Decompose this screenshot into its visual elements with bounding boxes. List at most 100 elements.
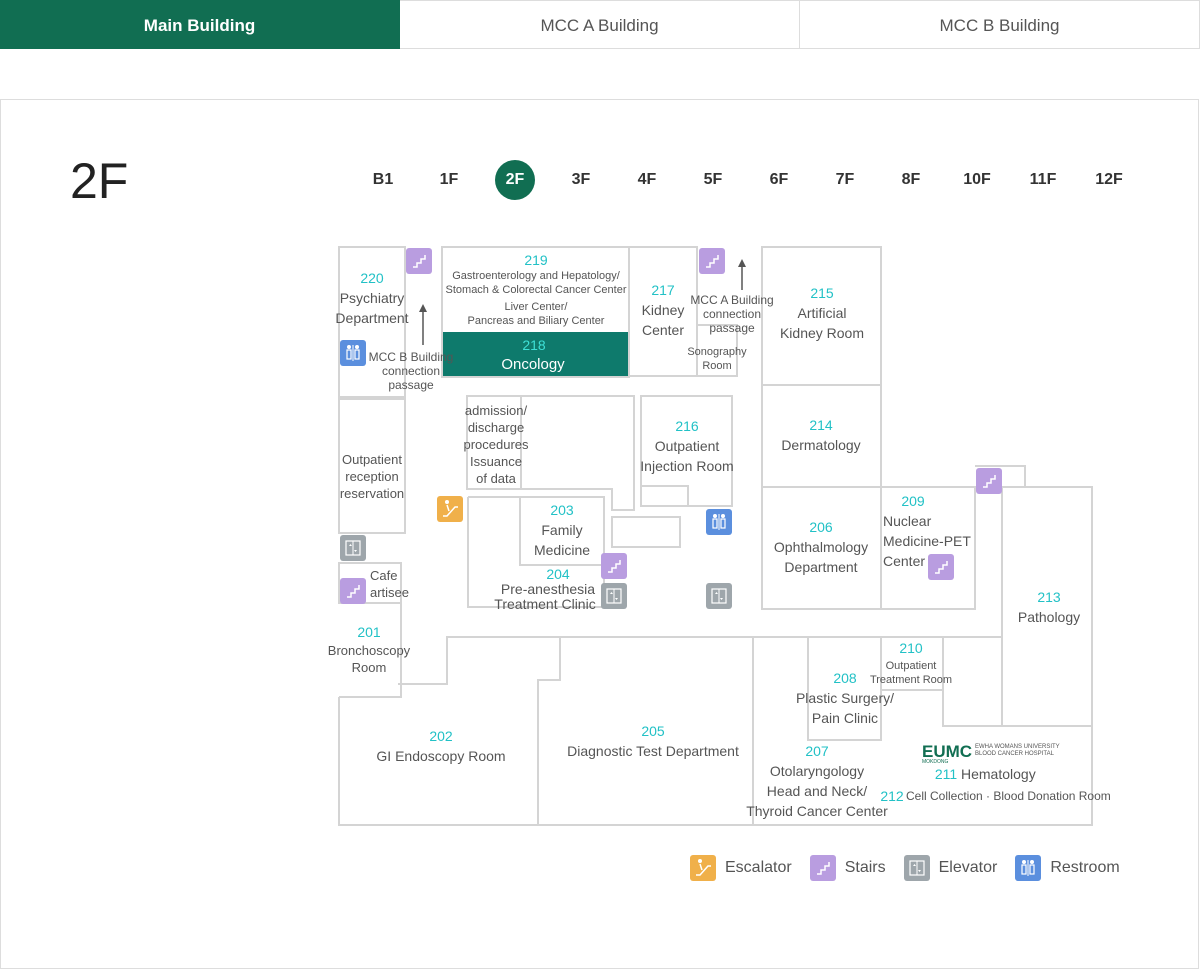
stairs-icon — [809, 855, 836, 881]
legend-label-escalator: Escalator — [725, 859, 792, 876]
room-206-number: 206 — [809, 519, 833, 535]
room-215-label: Artificial — [797, 305, 846, 321]
room-207-label: Otolaryngology — [770, 763, 864, 779]
room-215-number: 215 — [810, 285, 834, 301]
room-205-number: 205 — [641, 723, 665, 739]
legend: Escalator Stairs Elevator Restroom — [690, 855, 1138, 881]
mcc-b-passage-label: MCC B Building — [369, 350, 454, 364]
room-206-label-2: Department — [784, 559, 857, 575]
legend-item-stairs: Stairs — [809, 855, 886, 881]
floor-plan: 220 Psychiatry Department 219 Gastroente… — [328, 246, 1111, 826]
room-204-label-2: Treatment Clinic — [494, 596, 595, 612]
room-218-number: 218 — [522, 337, 546, 353]
room-201-number: 201 — [357, 624, 381, 640]
cafe-label: Cafe — [370, 568, 397, 583]
room-209-number: 209 — [901, 493, 925, 509]
eumc-logo-line2: BLOOD CANCER HOSPITAL — [975, 751, 1055, 757]
room-217-number: 217 — [651, 282, 675, 298]
mcc-a-passage-label: MCC A Building — [690, 293, 773, 307]
eumc-logo-sub: MOKDONG — [922, 759, 949, 765]
escalator-icon — [690, 855, 716, 881]
room-202-label: GI Endoscopy Room — [376, 748, 505, 764]
legend-label-stairs: Stairs — [844, 859, 886, 876]
room-210-label-2: Treatment Room — [870, 674, 952, 686]
room-214-number: 214 — [809, 417, 833, 433]
room-213-number: 213 — [1037, 589, 1061, 605]
restroom-icon — [340, 340, 366, 366]
outpatient-reception-label-2: reception — [345, 469, 398, 484]
elevator-icon — [903, 855, 930, 881]
stairs-icon — [406, 248, 432, 274]
sonography-label: Sonography — [687, 346, 747, 358]
admission-label-2: discharge — [468, 420, 524, 435]
room-214-label: Dermatology — [781, 437, 860, 453]
room-219-label: Gastroenterology and Hepatology/ — [452, 270, 620, 282]
room-219-number: 219 — [524, 252, 548, 268]
mcc-b-passage-label-3: passage — [388, 378, 434, 392]
cafe-label-2: artisee — [370, 585, 409, 600]
room-203-number: 203 — [550, 502, 574, 518]
eumc-logo-line1: EWHA WOMANS UNIVERSITY — [975, 744, 1060, 750]
elevator-icon — [601, 583, 627, 609]
room-216-label-2: Injection Room — [640, 458, 733, 474]
room-219-label-2: Stomach & Colorectal Cancer Center — [446, 284, 627, 296]
legend-item-escalator: Escalator — [690, 855, 792, 881]
outpatient-reception-label: Outpatient — [342, 452, 402, 467]
passage-arrow-b — [419, 304, 427, 345]
room-211-label: Hematology — [961, 766, 1036, 782]
room-204-label: Pre-anesthesia — [501, 581, 595, 597]
room-207-label-3: Thyroid Cancer Center — [746, 803, 888, 819]
restroom-icon — [1015, 855, 1042, 881]
room-209-label-3: Center — [883, 553, 925, 569]
elevator-icon — [340, 535, 366, 561]
room-206-label: Ophthalmology — [774, 539, 868, 555]
legend-label-elevator: Elevator — [938, 859, 998, 876]
elevator-icon — [706, 583, 732, 609]
room-217-label: Kidney — [642, 302, 685, 318]
room-216-number: 216 — [675, 418, 699, 434]
room-210-label: Outpatient — [886, 660, 937, 672]
room-219-label-3: Liver Center/ — [505, 301, 569, 313]
stairs-icon — [976, 468, 1002, 494]
room-208-number: 208 — [833, 670, 857, 686]
outpatient-reception-label-3: reservation — [340, 486, 404, 501]
legend-label-restroom: Restroom — [1050, 859, 1120, 876]
legend-item-restroom: Restroom — [1015, 855, 1120, 881]
room-203-label: Family — [541, 522, 582, 538]
admission-label-5: of data — [476, 471, 517, 486]
room-213-label: Pathology — [1018, 609, 1080, 625]
room-209-label-2: Medicine-PET — [883, 533, 971, 549]
room-219-label-4: Pancreas and Biliary Center — [468, 315, 605, 327]
room-209-label: Nuclear — [883, 513, 932, 529]
room-201-label-2: Room — [352, 660, 387, 675]
stairs-icon — [340, 578, 366, 604]
mcc-a-passage-label-2: connection — [703, 307, 761, 321]
room-210-number: 210 — [899, 640, 923, 656]
passage-arrow-a — [738, 259, 746, 290]
room-216-label: Outpatient — [655, 438, 720, 454]
mcc-b-passage-label-2: connection — [382, 364, 440, 378]
room-201-label: Bronchoscopy — [328, 643, 411, 658]
room-203-label-2: Medicine — [534, 542, 590, 558]
room-212-number: 212 — [880, 788, 904, 804]
sonography-label-2: Room — [702, 360, 731, 372]
admission-label-4: Issuance — [470, 454, 522, 469]
room-220-label-2: Department — [335, 310, 408, 326]
room-202-number: 202 — [429, 728, 453, 744]
room-208-label: Plastic Surgery/ — [796, 690, 894, 706]
room-212-label: Cell Collection · Blood Donation Room — [906, 789, 1111, 803]
room-204-number: 204 — [546, 566, 570, 582]
room-207-number: 207 — [805, 743, 829, 759]
room-205-label: Diagnostic Test Department — [567, 743, 739, 759]
room-218-label: Oncology — [501, 356, 565, 373]
admission-label-3: procedures — [463, 437, 529, 452]
room-211-number: 211 — [935, 766, 958, 782]
restroom-icon — [706, 509, 732, 535]
room-208-label-2: Pain Clinic — [812, 710, 878, 726]
room-217-label-2: Center — [642, 322, 684, 338]
stairs-icon — [699, 248, 725, 274]
stairs-icon — [928, 554, 954, 580]
room-207-label-2: Head and Neck/ — [767, 783, 868, 799]
stairs-icon — [601, 553, 627, 579]
room-220-number: 220 — [360, 270, 384, 286]
